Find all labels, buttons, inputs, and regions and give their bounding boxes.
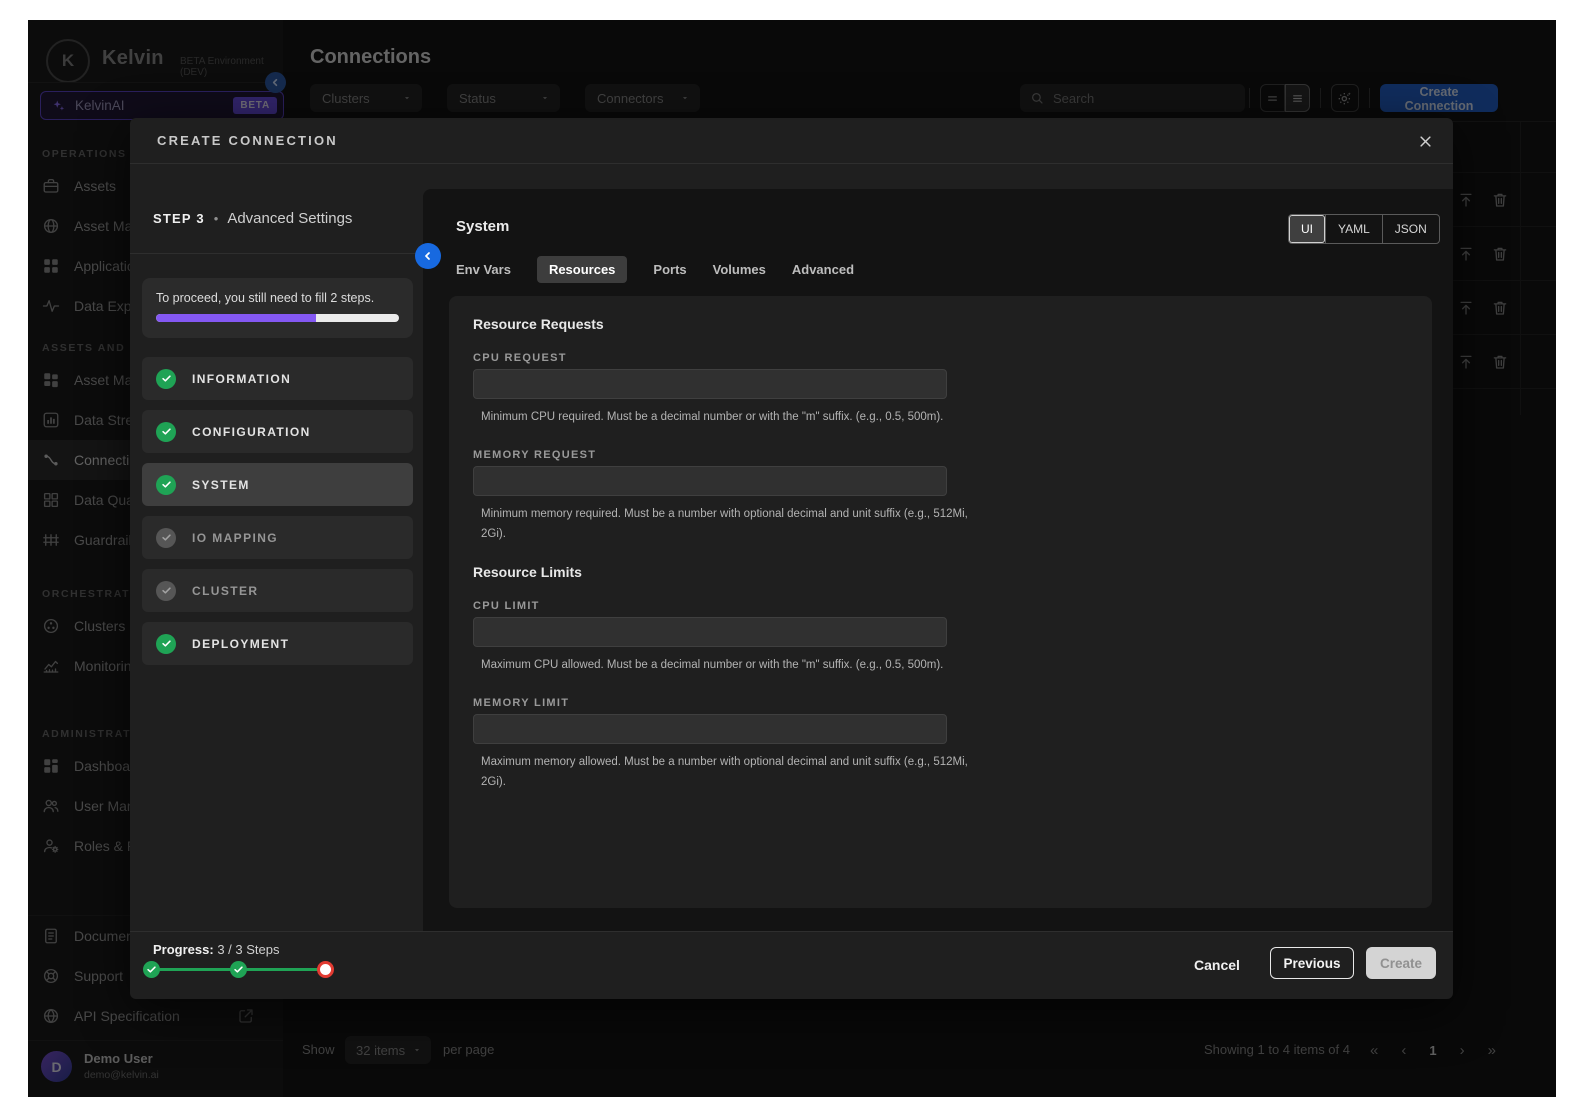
step-separator: •: [214, 211, 219, 226]
stepper-connector: [245, 968, 319, 971]
wizard-step-deployment[interactable]: DEPLOYMENT: [142, 622, 413, 665]
check-circle-icon: [156, 475, 176, 495]
panel-tabs: Env Vars Resources Ports Volumes Advanced: [456, 254, 854, 284]
progress-notice: To proceed, you still need to fill 2 ste…: [142, 278, 413, 338]
cancel-button[interactable]: Cancel: [1188, 949, 1246, 981]
check-circle-icon: [156, 369, 176, 389]
field-help-text: Minimum memory required. Must be a numbe…: [481, 504, 1181, 544]
tab-env-vars[interactable]: Env Vars: [456, 256, 511, 283]
stepper-connector: [158, 968, 232, 971]
footer-progress-value: 3 / 3 Steps: [217, 942, 279, 957]
field-help-text: Maximum memory allowed. Must be a number…: [481, 752, 1181, 792]
tab-ports[interactable]: Ports: [653, 256, 686, 283]
tab-volumes[interactable]: Volumes: [713, 256, 766, 283]
step-number: STEP 3: [153, 211, 205, 226]
check-circle-icon: [156, 634, 176, 654]
wizard-step-label: SYSTEM: [192, 478, 250, 492]
wizard-step-label: INFORMATION: [192, 372, 291, 386]
form-section-heading: Resource Requests: [473, 316, 604, 332]
field-label-memory-limit: MEMORY LIMIT: [473, 697, 569, 709]
form-section-heading: Resource Limits: [473, 564, 582, 580]
footer-progress-label: Progress:: [153, 942, 214, 957]
chevron-left-icon: [422, 250, 434, 262]
field-label-cpu-request: CPU REQUEST: [473, 352, 567, 364]
view-mode-switch: UIYAMLJSON: [1288, 214, 1440, 244]
resources-form: Resource Requests CPU REQUEST Minimum CPU …: [449, 296, 1432, 908]
field-label-memory-request: MEMORY REQUEST: [473, 449, 596, 461]
create-connection-modal: CREATE CONNECTION STEP 3 • Advanced Sett…: [130, 118, 1453, 999]
view-mode-json[interactable]: JSON: [1382, 215, 1439, 243]
footer-stepper: [143, 960, 343, 980]
panel-collapse-button[interactable]: [415, 243, 441, 269]
create-button[interactable]: Create: [1366, 947, 1436, 979]
wizard-step-label: DEPLOYMENT: [192, 637, 289, 651]
wizard-step-configuration[interactable]: CONFIGURATION: [142, 410, 413, 453]
check-circle-pending-icon: [156, 528, 176, 548]
field-help-text: Maximum CPU allowed. Must be a decimal n…: [481, 655, 1181, 675]
progress-notice-text: To proceed, you still need to fill 2 ste…: [156, 291, 399, 305]
input-memory-request[interactable]: [473, 466, 947, 496]
input-cpu-limit[interactable]: [473, 617, 947, 647]
kelvin-app: K Kelvin BETA Environment (DEV) KelvinAI…: [28, 20, 1556, 1097]
close-icon[interactable]: [1415, 131, 1435, 151]
screenshot-stage: K Kelvin BETA Environment (DEV) KelvinAI…: [0, 0, 1584, 1120]
field-label-cpu-limit: CPU LIMIT: [473, 600, 540, 612]
modal-footer: Progress: 3 / 3 Steps Cancel Previous Cr…: [130, 931, 1453, 999]
footer-progress: Progress: 3 / 3 Steps: [153, 942, 279, 957]
wizard-step-information[interactable]: INFORMATION: [142, 357, 413, 400]
wizard-step-io-mapping[interactable]: IO MAPPING: [142, 516, 413, 559]
wizard-step-label: CONFIGURATION: [192, 425, 311, 439]
check-circle-pending-icon: [156, 581, 176, 601]
panel-title: System: [456, 218, 509, 235]
left-panel-divider: [130, 253, 423, 254]
step-list: INFORMATION CONFIGURATION SYSTEM IO MAPPING…: [142, 357, 413, 675]
progress-bar: [156, 314, 399, 322]
tab-resources[interactable]: Resources: [537, 256, 627, 283]
modal-header: CREATE CONNECTION: [130, 118, 1453, 164]
view-mode-ui[interactable]: UI: [1289, 215, 1325, 243]
step-title: Advanced Settings: [227, 210, 352, 227]
step-header: STEP 3 • Advanced Settings: [153, 210, 352, 227]
stepper-current-icon: [317, 961, 334, 978]
modal-title: CREATE CONNECTION: [157, 133, 338, 148]
progress-bar-fill: [156, 314, 316, 322]
view-mode-yaml[interactable]: YAML: [1325, 215, 1382, 243]
tab-advanced[interactable]: Advanced: [792, 256, 854, 283]
wizard-step-label: CLUSTER: [192, 584, 258, 598]
input-cpu-request[interactable]: [473, 369, 947, 399]
previous-button[interactable]: Previous: [1270, 947, 1354, 979]
wizard-step-label: IO MAPPING: [192, 531, 278, 545]
wizard-step-system[interactable]: SYSTEM: [142, 463, 413, 506]
wizard-step-cluster[interactable]: CLUSTER: [142, 569, 413, 612]
input-memory-limit[interactable]: [473, 714, 947, 744]
field-help-text: Minimum CPU required. Must be a decimal …: [481, 407, 1181, 427]
check-circle-icon: [156, 422, 176, 442]
